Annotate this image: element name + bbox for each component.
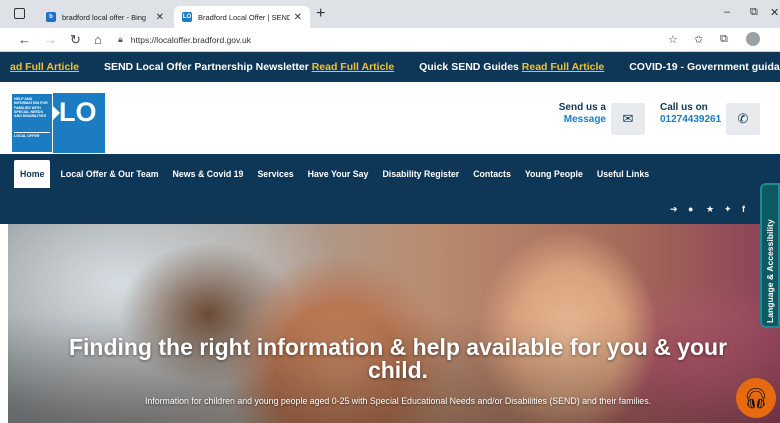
close-icon[interactable]: ✕ — [156, 12, 164, 23]
close-icon[interactable]: ✕ — [294, 12, 302, 23]
message-label: Message — [563, 114, 606, 125]
favorites-icon[interactable]: ✩ — [694, 33, 703, 46]
url-field[interactable]: 🔒︎ https://localoffer.bradford.gov.uk — [118, 31, 656, 48]
nav-useful-links[interactable]: Useful Links — [597, 169, 649, 179]
nav-news-covid[interactable]: News & Covid 19 — [173, 169, 244, 179]
tab-title: Bradford Local Offer | SEND Pro — [198, 12, 290, 22]
facebook-icon[interactable]: f — [742, 204, 745, 214]
hero-banner: Finding the right information & help ava… — [8, 224, 780, 423]
send-label: Send us a — [558, 102, 606, 113]
nav-services[interactable]: Services — [257, 169, 293, 179]
tab-title: bradford local offer - Bing — [62, 12, 147, 22]
back-icon[interactable]: ← — [18, 32, 31, 47]
call-label: Call us on — [660, 102, 708, 113]
lo-icon: LO — [182, 12, 192, 22]
hero-subtitle: Information for children and young peopl… — [144, 396, 652, 406]
url-text: https://localoffer.bradford.gov.uk — [130, 34, 251, 45]
call-us-link[interactable]: Call us on 01274439261 — [660, 102, 722, 126]
forward-icon[interactable]: → — [44, 32, 57, 47]
browser-tab-bing[interactable]: b bradford local offer - Bing ✕ — [38, 6, 172, 28]
hero-title: Finding the right information & help ava… — [68, 334, 728, 383]
new-tab-button[interactable]: + — [316, 5, 325, 23]
language-accessibility-label: Language & Accessibility — [765, 219, 775, 323]
nav-contacts[interactable]: Contacts — [473, 169, 511, 179]
read-article-link[interactable]: Read Full Article — [312, 61, 394, 73]
local-offer-logo[interactable]: HELP AND INFORMATION FOR FAMILIES WITH S… — [12, 94, 52, 152]
nav-disability-register[interactable]: Disability Register — [382, 169, 459, 179]
ticker-item: ad Full Article — [10, 61, 79, 73]
profile-avatar[interactable] — [746, 32, 760, 46]
ticker-item[interactable]: COVID-19 - Government guidance on — [629, 61, 780, 73]
headphones-icon[interactable]: 🎧︎ — [736, 378, 776, 418]
favorites-add-icon[interactable]: ☆ — [668, 33, 678, 46]
ticker-item: Quick SEND Guides Read Full Article — [419, 61, 605, 73]
lo-logo-mark[interactable]: LO — [52, 93, 105, 153]
refresh-icon[interactable]: ↻ — [70, 32, 81, 48]
login-icon[interactable]: ➔ — [670, 204, 678, 215]
read-article-link[interactable]: ad Full Article — [10, 61, 79, 73]
site-header: HELP AND INFORMATION FOR FAMILIES WITH S… — [0, 82, 780, 154]
news-ticker: ad Full Article SEND Local Offer Partner… — [0, 52, 780, 82]
ticker-item: SEND Local Offer Partnership Newsletter … — [103, 61, 395, 73]
user-icon[interactable]: ● — [688, 204, 693, 214]
browser-tab-local-offer[interactable]: LO Bradford Local Offer | SEND Pro ✕ — [174, 6, 310, 28]
language-accessibility-tab[interactable]: Language & Accessibility — [760, 183, 780, 328]
star-icon[interactable]: ★ — [706, 204, 714, 215]
bing-icon: b — [46, 12, 56, 22]
lo-logo-text: LO — [59, 97, 97, 127]
phone-number: 01274439261 — [660, 114, 722, 125]
logo-tagline: HELP AND INFORMATION FOR FAMILIES WITH S… — [14, 97, 48, 119]
nav-young-people[interactable]: Young People — [525, 169, 583, 179]
address-bar-row: ← → ↻ ⌂ 🔒︎ https://localoffer.bradford.g… — [0, 28, 780, 52]
main-navigation: Home Local Offer & Our Team News & Covid… — [0, 154, 780, 224]
phone-icon[interactable]: ✆ — [726, 103, 760, 135]
nav-local-offer-team[interactable]: Local Offer & Our Team — [60, 169, 158, 179]
browser-tab-bar: b bradford local offer - Bing ✕ LO Bradf… — [0, 0, 780, 28]
maximize-button[interactable]: ⧉ — [750, 6, 758, 19]
logo-footer: LOCAL OFFER — [14, 132, 50, 138]
nav-have-your-say[interactable]: Have Your Say — [308, 169, 369, 179]
read-article-link[interactable]: Read Full Article — [522, 61, 604, 73]
collections-icon[interactable]: ⧉ — [720, 33, 728, 46]
minimize-button[interactable]: – — [724, 6, 730, 18]
send-message-link[interactable]: Send us a Message — [540, 102, 606, 126]
envelope-icon[interactable]: ✉ — [611, 103, 645, 135]
window-menu-icon[interactable] — [14, 8, 25, 19]
nav-home[interactable]: Home — [14, 160, 51, 188]
close-window-button[interactable]: ✕ — [770, 6, 779, 19]
home-icon[interactable]: ⌂ — [94, 32, 102, 47]
twitter-icon[interactable]: ✦ — [724, 204, 732, 215]
lock-icon[interactable]: 🔒︎ — [118, 34, 123, 45]
